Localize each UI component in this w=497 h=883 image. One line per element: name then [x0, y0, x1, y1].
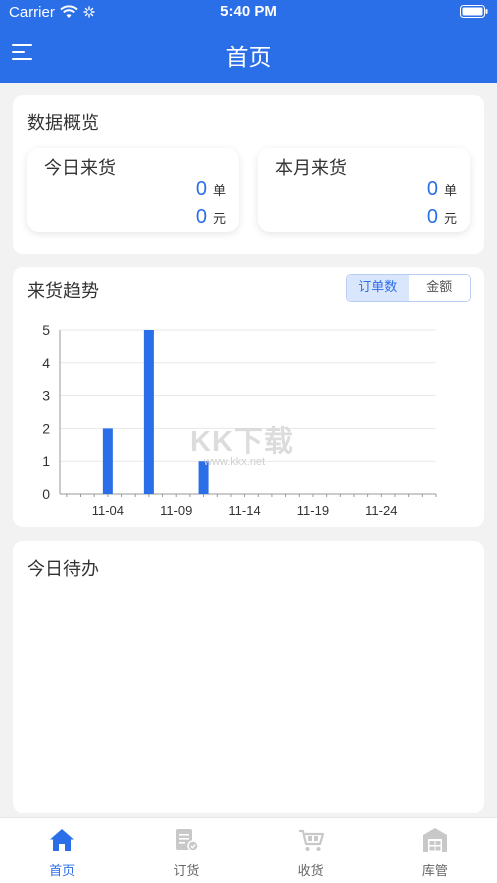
x-tick-label: 11-14	[228, 503, 260, 518]
data-overview-card: 数据概览 今日来货 0 单 0 元 本月来货 0 单 0 元	[13, 95, 484, 254]
today-order-count: 0	[195, 178, 207, 200]
status-time: 5:40 PM	[220, 3, 277, 20]
month-order-count: 0	[426, 178, 438, 200]
y-tick-label: 1	[42, 453, 50, 469]
today-order-count-row: 0 单	[196, 178, 226, 201]
tab-warehouse-label: 库管	[421, 864, 448, 879]
watermark-url: www.kkx.net	[204, 456, 266, 468]
amount-tab[interactable]: 金额	[408, 275, 470, 301]
todo-title: 今日待办	[27, 559, 99, 580]
tab-receive[interactable]: 收货	[249, 818, 373, 883]
y-tick-label: 4	[42, 355, 50, 371]
x-tick-label: 11-24	[365, 503, 397, 518]
month-amount-row: 0 元	[427, 206, 457, 229]
warehouse-icon	[422, 828, 447, 852]
overview-title: 数据概览	[27, 113, 99, 134]
today-order-unit: 单	[212, 184, 226, 199]
today-amount-row: 0 元	[196, 206, 226, 229]
month-amount-unit: 元	[443, 212, 457, 227]
tab-home[interactable]: 首页	[0, 818, 124, 883]
cart-icon	[298, 829, 324, 851]
month-order-unit: 单	[443, 184, 457, 199]
order-icon	[176, 829, 200, 852]
y-tick-label: 0	[42, 486, 50, 502]
month-arrivals-box[interactable]: 本月来货 0 单 0 元	[258, 148, 470, 232]
status-bar: Carrier 5:40 PM	[0, 0, 497, 24]
arrival-trend-card: 来货趋势 订单数 金额 0 1 2 3 4 5 11-04 11-09 11-14 11-19 11…	[13, 267, 484, 527]
y-tick-label: 3	[42, 388, 50, 404]
month-arrivals-label: 本月来货	[275, 158, 347, 179]
tab-order[interactable]: 订货	[124, 818, 248, 883]
bar	[143, 330, 154, 494]
y-tick-label: 5	[42, 322, 50, 338]
today-amount-unit: 元	[212, 212, 226, 227]
month-amount: 0	[426, 206, 438, 228]
tab-order-label: 订货	[173, 864, 200, 879]
tab-receive-label: 收货	[297, 864, 324, 879]
x-tick-label: 11-19	[297, 503, 329, 518]
order-count-tab[interactable]: 订单数	[347, 275, 409, 301]
watermark: KK下载 www.kkx.net	[190, 418, 320, 473]
month-order-count-row: 0 单	[427, 178, 457, 201]
today-arrivals-box[interactable]: 今日来货 0 单 0 元	[27, 148, 239, 232]
home-icon	[50, 829, 75, 851]
bar	[102, 428, 113, 494]
app-header: Carrier 5:40 PM 首页	[0, 0, 497, 83]
battery-icon	[460, 5, 488, 18]
today-todo-card: 今日待办	[13, 541, 484, 813]
trend-title: 来货趋势	[27, 281, 99, 302]
x-tick-label: 11-09	[160, 503, 192, 518]
x-tick-label: 11-04	[92, 503, 124, 518]
watermark-text: KK下载	[190, 426, 294, 458]
bottom-tab-bar: 首页 订货 收货 库管	[0, 817, 497, 883]
y-tick-label: 2	[42, 420, 50, 436]
tab-warehouse[interactable]: 库管	[373, 818, 497, 883]
tab-home-label: 首页	[49, 864, 76, 879]
today-arrivals-label: 今日来货	[44, 158, 116, 179]
today-amount: 0	[195, 206, 207, 228]
trend-bar-chart: 0 1 2 3 4 5 11-04 11-09 11-14 11-19 11-24	[42, 322, 437, 518]
page-title: 首页	[225, 45, 272, 71]
metric-toggle: 订单数 金额	[346, 274, 471, 302]
